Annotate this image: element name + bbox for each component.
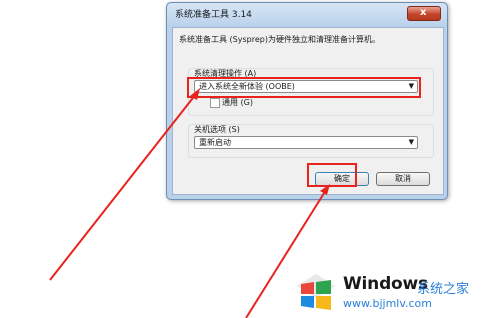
arrow-to-cleanup-select: [49, 88, 200, 281]
watermark-brand: Windows: [343, 274, 428, 294]
watermark-url: www.bjjmlv.com: [343, 297, 432, 310]
logo-pane-red: [301, 282, 314, 294]
logo-pane-green: [316, 280, 331, 294]
site-watermark: Windows 系统之家 www.bjjmlv.com: [295, 270, 481, 314]
screenshot-stage: 系统准备工具 3.14 x 系统准备工具 (Sysprep)为硬件独立和清理准备…: [0, 0, 481, 318]
logo-pane-yellow: [316, 296, 331, 310]
watermark-brand-cn: 系统之家: [417, 282, 470, 297]
windows-logo-icon: [297, 274, 335, 310]
logo-pane-blue: [301, 296, 314, 308]
